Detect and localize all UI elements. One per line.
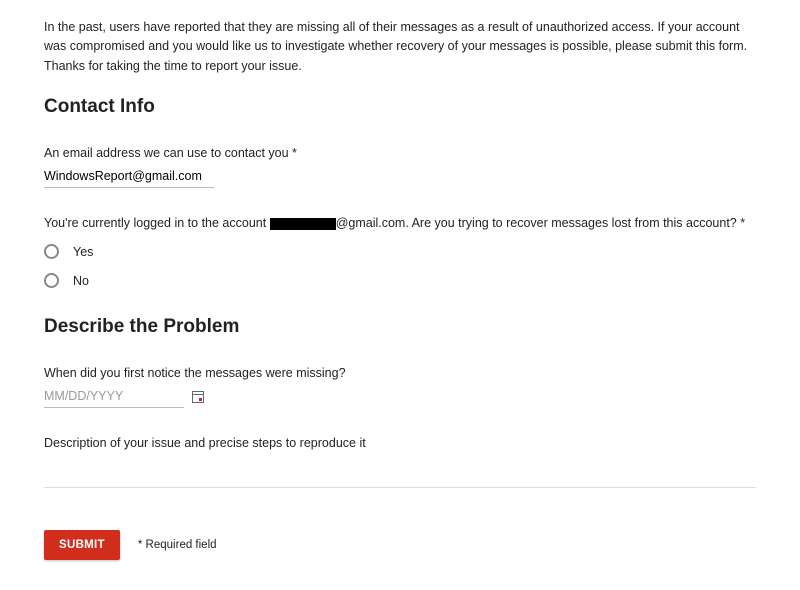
problem-heading: Describe the Problem	[44, 316, 756, 338]
radio-option-yes[interactable]: Yes	[44, 244, 756, 259]
date-field-block: When did you first notice the messages w…	[44, 366, 756, 408]
radio-circle-icon[interactable]	[44, 273, 59, 288]
submit-button[interactable]: SUBMIT	[44, 530, 120, 560]
account-question-prefix: You're currently logged in to the accoun…	[44, 216, 270, 230]
intro-text: In the past, users have reported that th…	[44, 18, 756, 76]
account-domain: @gmail.com	[336, 216, 406, 230]
email-label: An email address we can use to contact y…	[44, 146, 756, 160]
account-question-suffix: . Are you trying to recover messages los…	[405, 216, 745, 230]
email-field-block: An email address we can use to contact y…	[44, 146, 756, 188]
email-input[interactable]	[44, 166, 214, 188]
radio-label-yes: Yes	[73, 245, 93, 259]
description-input[interactable]	[44, 466, 756, 488]
required-note: * Required field	[138, 539, 217, 551]
radio-circle-icon[interactable]	[44, 244, 59, 259]
contact-heading: Contact Info	[44, 96, 756, 118]
description-field-block: Description of your issue and precise st…	[44, 436, 756, 488]
account-question: You're currently logged in to the accoun…	[44, 216, 756, 230]
account-recover-block: You're currently logged in to the accoun…	[44, 216, 756, 288]
calendar-icon[interactable]	[192, 391, 204, 403]
radio-option-no[interactable]: No	[44, 273, 756, 288]
redacted-account	[270, 218, 336, 230]
date-label: When did you first notice the messages w…	[44, 366, 756, 380]
form-footer: SUBMIT * Required field	[44, 530, 756, 560]
date-input[interactable]	[44, 386, 184, 408]
radio-label-no: No	[73, 274, 89, 288]
description-label: Description of your issue and precise st…	[44, 436, 756, 450]
